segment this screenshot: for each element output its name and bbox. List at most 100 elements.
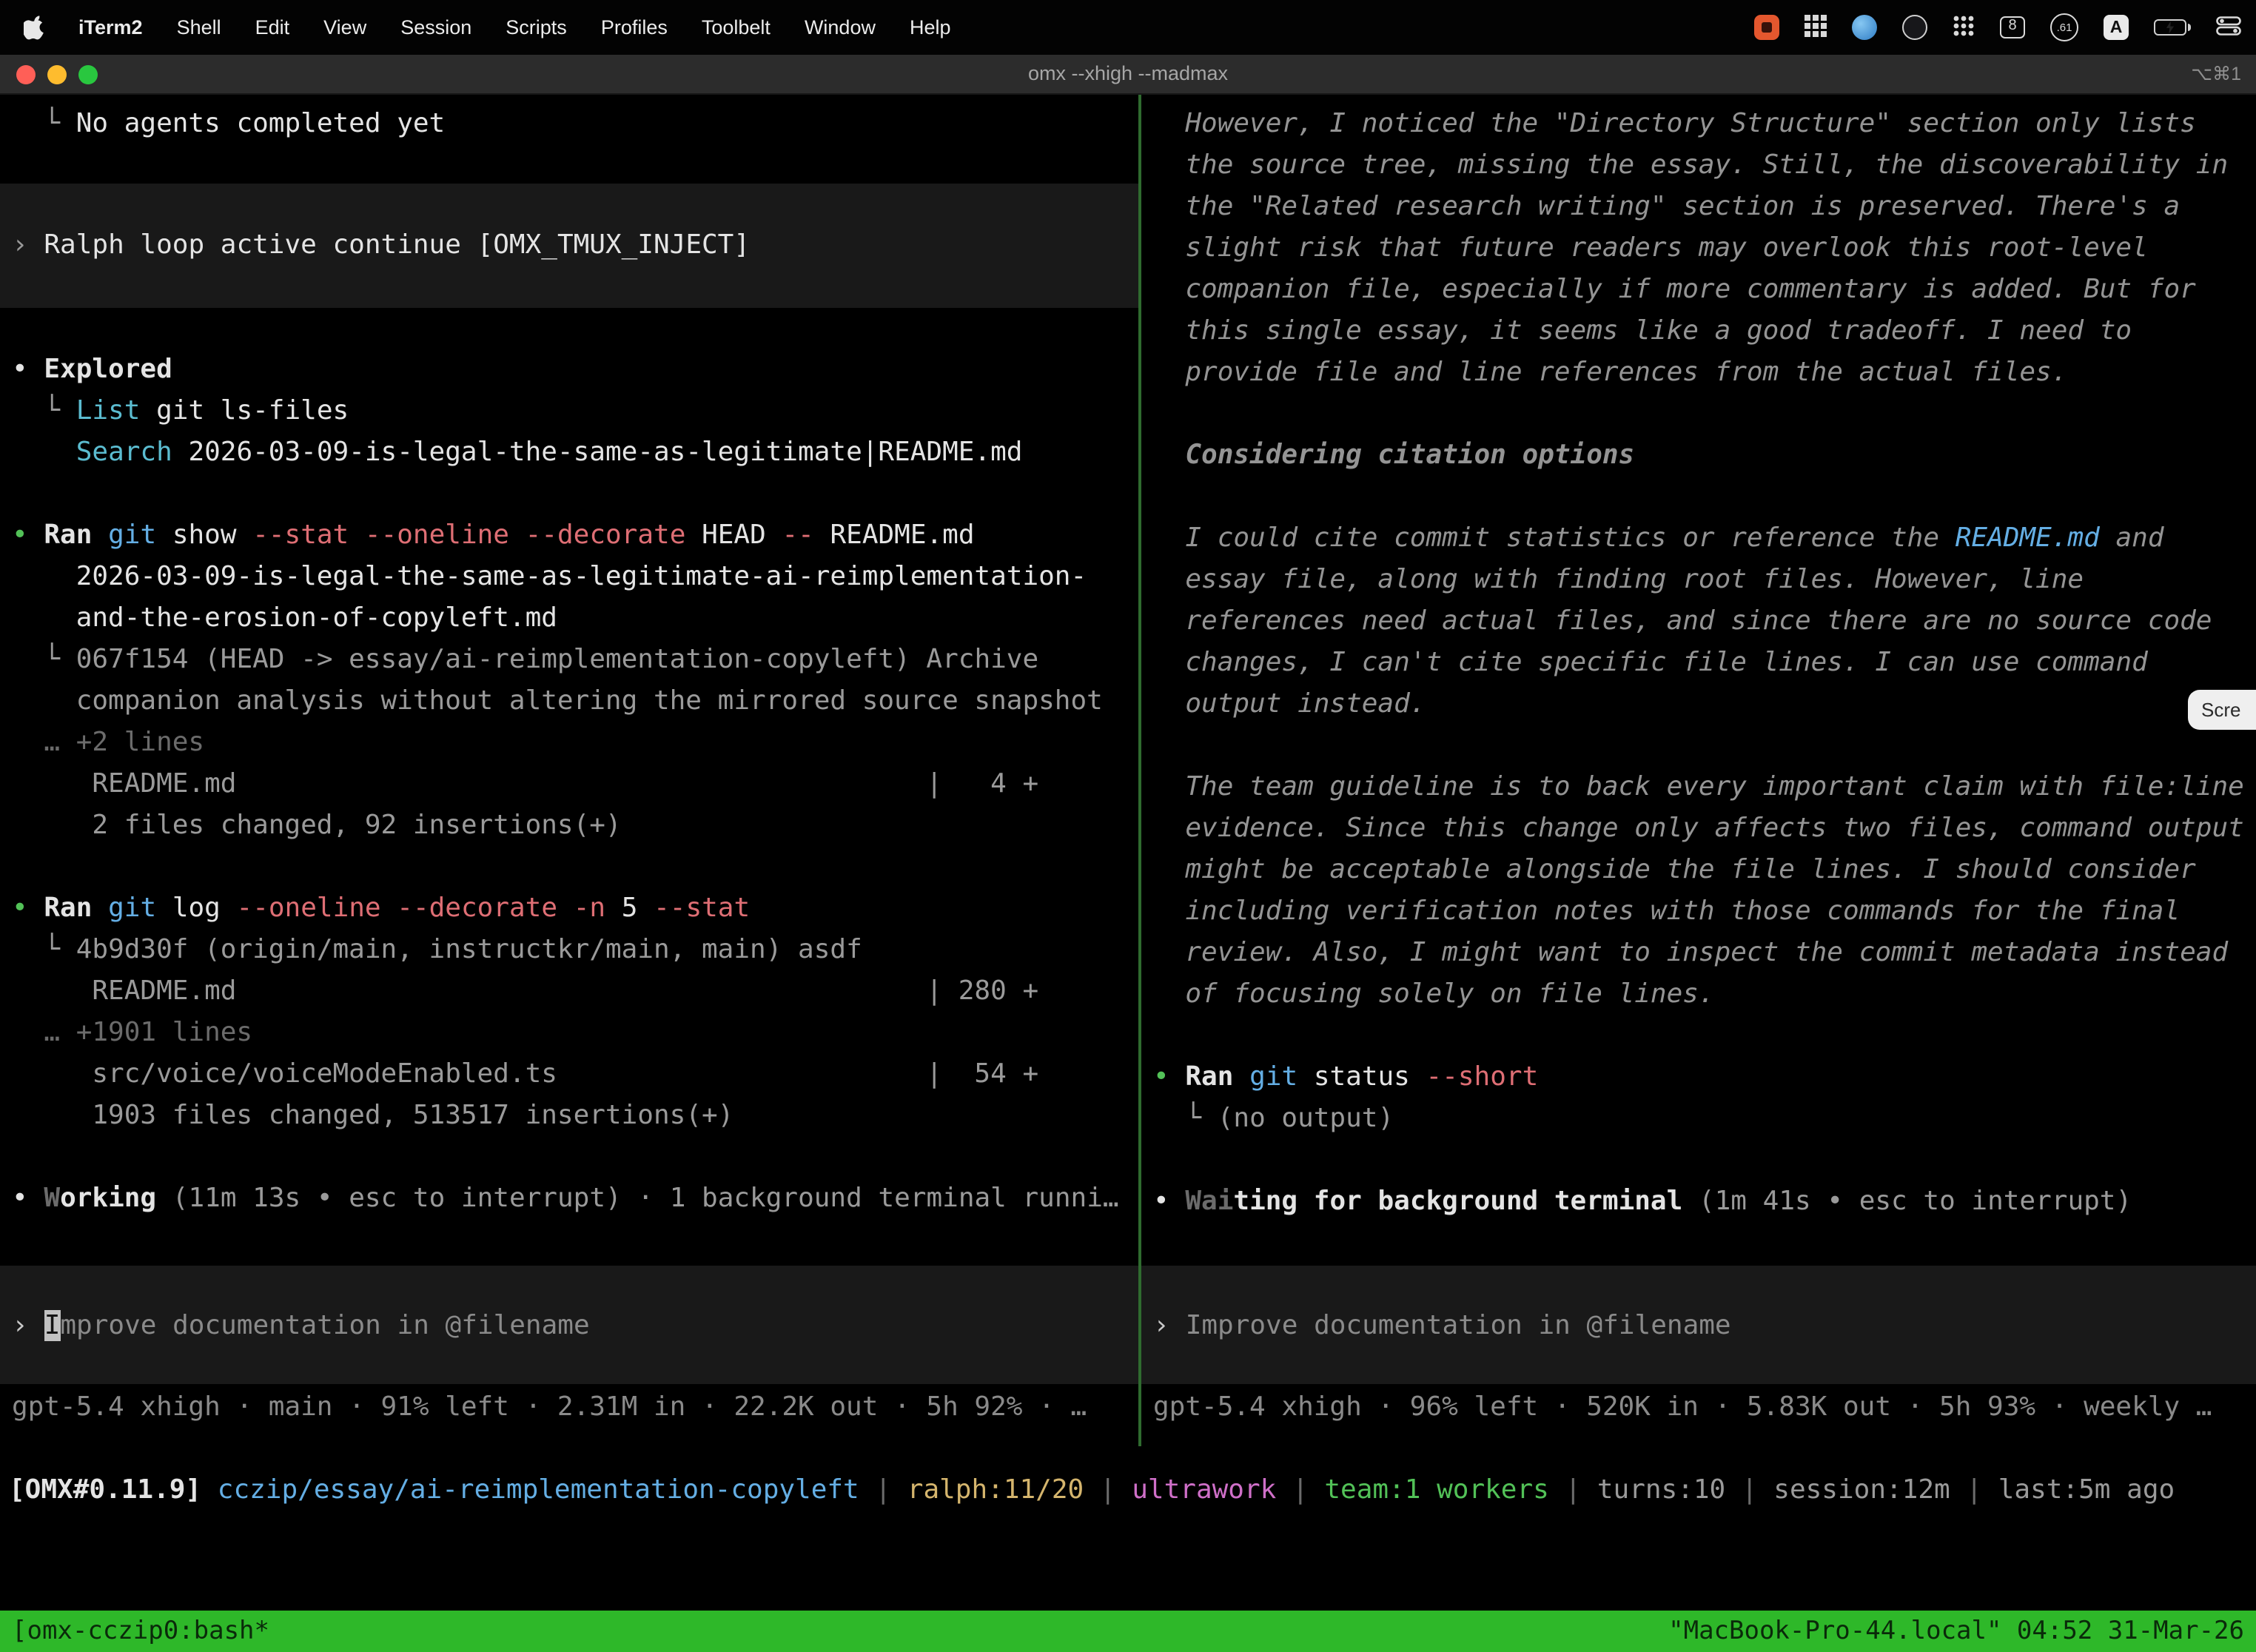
terminal-line: The team guideline is to back every impo… <box>1153 767 2256 808</box>
terminal-line: src/voice/voiceModeEnabled.ts | 54 + <box>12 1054 1138 1095</box>
terminal-line <box>12 1137 1138 1178</box>
iterm2-window: iTerm2 Shell Edit View Session Scripts Profil… <box>0 0 2256 1652</box>
terminal-line: └ 067f154 (HEAD -> essay/ai-reimplementa… <box>12 639 1138 681</box>
terminal-line: the source tree, missing the essay. Stil… <box>1153 145 2256 187</box>
prompt-chevron-icon: › <box>1153 1309 1169 1340</box>
terminal-line: 1903 files changed, 513517 insertions(+) <box>12 1095 1138 1137</box>
terminal-line: of focusing solely on file lines. <box>1153 974 2256 1015</box>
menu-items: Shell Edit View Session Scripts Profiles Toolb… <box>177 16 951 38</box>
window-shortcut-badge: ⌥⌘1 <box>2191 55 2241 93</box>
terminal-line <box>1153 725 2256 767</box>
terminal-line: • Ran git status --short <box>1153 1057 2256 1098</box>
terminal-line: … +2 lines <box>12 722 1138 764</box>
terminal-line: └ (no output) <box>1153 1098 2256 1140</box>
prompt-chevron-icon: › <box>12 1309 28 1340</box>
terminal-line: and-the-erosion-of-copyleft.md <box>12 598 1138 639</box>
terminal-line: the "Related research writing" section i… <box>1153 187 2256 228</box>
terminal-line: output instead. <box>1153 684 2256 725</box>
window-title: omx --xhigh --madmax <box>0 55 2256 93</box>
terminal-line: … +1901 lines <box>12 1013 1138 1054</box>
terminal-line: However, I noticed the "Directory Struct… <box>1153 104 2256 145</box>
menu-toolbelt[interactable]: Toolbelt <box>702 16 771 38</box>
left-scrollback: • Explored └ List git ls-files Search 20… <box>0 349 1138 1220</box>
gauge-icon[interactable]: .61 <box>2050 13 2078 41</box>
terminal-line: Search 2026-03-09-is-legal-the-same-as-l… <box>12 432 1138 474</box>
notification-text: Scre <box>2201 699 2240 721</box>
left-model-status: gpt-5.4 xhigh · main · 91% left · 2.31M … <box>12 1387 1138 1428</box>
menu-window[interactable]: Window <box>805 16 876 38</box>
terminal-line: [OMX#0.11.9] cczip/essay/ai-reimplementa… <box>9 1470 2256 1511</box>
terminal-line: • Ran git show --stat --oneline --decora… <box>12 515 1138 557</box>
terminal-line: Considering citation options <box>1153 435 2256 477</box>
battery-icon[interactable] <box>2154 19 2191 36</box>
terminal-line: • Explored <box>12 349 1138 391</box>
terminal-line: companion analysis without altering the … <box>12 681 1138 722</box>
left-scrollback-top: └ No agents completed yet <box>0 95 1138 145</box>
window-grid-icon[interactable] <box>1805 14 1827 41</box>
terminal-line: essay file, along with finding root file… <box>1153 560 2256 601</box>
terminal-line: README.md | 4 + <box>12 764 1138 805</box>
terminal-line <box>1153 477 2256 518</box>
right-prompt-input[interactable]: › Improve documentation in @filename <box>1141 1266 2256 1384</box>
control-center-icon[interactable] <box>2216 16 2241 39</box>
ralph-inject-banner: › Ralph loop active continue [OMX_TMUX_I… <box>0 184 1138 308</box>
macos-menu-bar: iTerm2 Shell Edit View Session Scripts Profil… <box>0 0 2256 55</box>
terminal-line: • Waiting for background terminal (1m 41… <box>1153 1181 2256 1223</box>
input-source-icon[interactable]: A <box>2104 15 2129 40</box>
input-placeholder: mprove documentation in @filename <box>60 1309 589 1340</box>
menu-bar-status-icons: 8 .61 A <box>1754 13 2241 41</box>
right-scrollback: However, I noticed the "Directory Struct… <box>1141 95 2256 1223</box>
terminal-line: • Ran git log --oneline --decorate -n 5 … <box>12 888 1138 930</box>
omx-status-line: [OMX#0.11.9] cczip/essay/ai-reimplementa… <box>9 1470 2256 1511</box>
menu-profiles[interactable]: Profiles <box>601 16 668 38</box>
dots-grid-icon[interactable] <box>1953 14 1975 41</box>
terminal-line: └ List git ls-files <box>12 391 1138 432</box>
terminal-line: evidence. Since this change only affects… <box>1153 808 2256 850</box>
menu-view[interactable]: View <box>323 16 366 38</box>
tmux-session-label: [omx-cczip0:bash* <box>12 1616 269 1646</box>
menu-iterm2[interactable]: iTerm2 <box>78 16 143 38</box>
blue-app-icon[interactable] <box>1852 15 1877 40</box>
terminal-line: provide file and line references from th… <box>1153 352 2256 394</box>
terminal-line: › Ralph loop active continue [OMX_TMUX_I… <box>12 225 1138 266</box>
window-title-bar[interactable]: omx --xhigh --madmax ⌥⌘1 <box>0 55 2256 95</box>
terminal-line: this single essay, it seems like a good … <box>1153 311 2256 352</box>
terminal-line <box>1153 1140 2256 1181</box>
text-cursor: I <box>44 1309 61 1340</box>
terminal-line: • Working (11m 13s • esc to interrupt) ·… <box>12 1178 1138 1220</box>
terminal-line: including verification notes with those … <box>1153 891 2256 933</box>
screen-recording-stop-icon[interactable] <box>1754 15 1779 40</box>
apple-menu-icon[interactable] <box>24 15 44 40</box>
terminal-line: I could cite commit statistics or refere… <box>1153 518 2256 560</box>
terminal-line: references need actual files, and since … <box>1153 601 2256 642</box>
terminal-line: README.md | 280 + <box>12 971 1138 1013</box>
keypad-8-icon[interactable]: 8 <box>2000 16 2025 38</box>
right-terminal-pane: However, I noticed the "Directory Struct… <box>1141 95 2256 1446</box>
tmux-panes: └ No agents completed yet › Ralph loop a… <box>0 95 2256 1446</box>
terminal-line <box>1153 1015 2256 1057</box>
terminal-line <box>12 474 1138 515</box>
menu-shell[interactable]: Shell <box>177 16 221 38</box>
terminal-line: slight risk that future readers may over… <box>1153 228 2256 269</box>
notification-banner[interactable]: Scre <box>2188 690 2256 730</box>
menu-session[interactable]: Session <box>400 16 471 38</box>
right-model-status: gpt-5.4 xhigh · 96% left · 520K in · 5.8… <box>1153 1387 2256 1428</box>
left-prompt-input[interactable]: › Improve documentation in @filename <box>0 1266 1138 1384</box>
terminal-line: └ No agents completed yet <box>12 104 1138 145</box>
menu-edit[interactable]: Edit <box>255 16 290 38</box>
menu-help[interactable]: Help <box>910 16 951 38</box>
left-terminal-pane: └ No agents completed yet › Ralph loop a… <box>0 95 1138 1446</box>
terminal-line: companion file, especially if more comme… <box>1153 269 2256 311</box>
menu-bar-left: iTerm2 Shell Edit View Session Scripts Profil… <box>24 15 951 40</box>
tmux-host-clock-label: "MacBook-Pro-44.local" 04:52 31-Mar-26 <box>1668 1616 2244 1646</box>
terminal-line: 2 files changed, 92 insertions(+) <box>12 805 1138 847</box>
terminal-line: └ 4b9d30f (origin/main, instructkr/main,… <box>12 930 1138 971</box>
terminal-line: changes, I can't cite specific file line… <box>1153 642 2256 684</box>
dark-app-icon[interactable] <box>1902 15 1927 40</box>
terminal-line: 2026-03-09-is-legal-the-same-as-legitima… <box>12 557 1138 598</box>
input-placeholder: Improve documentation in @filename <box>1186 1309 1731 1340</box>
terminal-line <box>1153 394 2256 435</box>
tmux-status-bar: [omx-cczip0:bash* "MacBook-Pro-44.local"… <box>0 1611 2256 1652</box>
terminal-line: might be acceptable alongside the file l… <box>1153 850 2256 891</box>
menu-scripts[interactable]: Scripts <box>506 16 567 38</box>
